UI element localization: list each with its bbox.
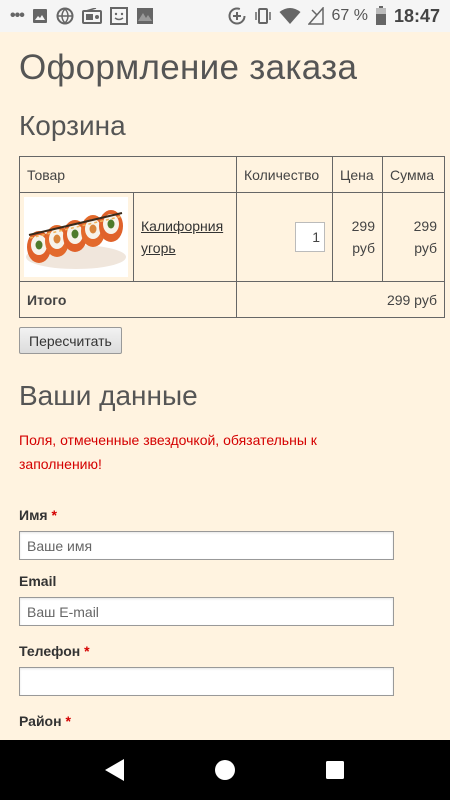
product-image-cell [19, 192, 134, 282]
email-label-text: Email [19, 573, 57, 589]
phone-label-text: Телефон [19, 643, 81, 659]
phone-label: Телефон * [19, 643, 431, 659]
image-icon [32, 8, 48, 24]
required-star: * [84, 643, 90, 659]
status-right-icons: 67 % 18:47 [227, 6, 440, 27]
battery-percent: 67 % [331, 7, 368, 24]
dots-icon: ••• [10, 7, 25, 24]
required-note: Поля, отмеченные звездочкой, обязательны… [19, 432, 317, 472]
quantity-cell [236, 192, 333, 282]
vibrate-icon [254, 7, 272, 25]
clock: 18:47 [393, 5, 440, 26]
cart-table: Товар Количество Цена Сумма Калифорния у… [19, 156, 445, 318]
order-form: Имя * Email Телефон * Район * [19, 507, 431, 729]
name-input[interactable] [19, 531, 394, 560]
home-icon[interactable] [200, 745, 250, 795]
back-icon[interactable] [90, 745, 140, 795]
header-quantity: Количество [236, 156, 333, 193]
recents-icon[interactable] [310, 745, 360, 795]
status-left-icons: ••• [10, 7, 154, 25]
total-value: 299 руб [236, 281, 445, 318]
your-data-title: Ваши данные [19, 380, 198, 411]
header-price: Цена [332, 156, 383, 193]
email-input[interactable] [19, 597, 394, 626]
phone-input[interactable] [19, 667, 394, 696]
navigation-bar [0, 740, 450, 800]
required-star: * [51, 507, 57, 523]
recalculate-button[interactable]: Пересчитать [19, 327, 122, 354]
product-link[interactable]: Калифорния угорь [141, 218, 223, 256]
quantity-input[interactable] [295, 222, 325, 252]
page-content: Оформление заказа Корзина Товар Количест… [0, 32, 450, 740]
signal-icon [308, 7, 325, 25]
district-label-text: Район [19, 713, 62, 729]
face-icon [109, 7, 128, 25]
product-name-cell: Калифорния угорь [133, 192, 237, 282]
total-row: Итого 299 руб [19, 281, 445, 318]
required-star: * [65, 713, 71, 729]
field-name: Имя * [19, 507, 431, 560]
name-label-text: Имя [19, 507, 48, 523]
photo-icon [136, 7, 154, 25]
cart-title: Корзина [19, 110, 126, 141]
sum-cell: 299 руб [382, 192, 445, 282]
page-title: Оформление заказа [19, 48, 358, 87]
field-district: Район * [19, 713, 431, 729]
email-label: Email [19, 573, 431, 589]
header-sum: Сумма [382, 156, 445, 193]
table-row: Калифорния угорь 299 руб 299 руб [19, 192, 445, 282]
cart-header-row: Товар Количество Цена Сумма [19, 156, 445, 193]
header-product: Товар [19, 156, 237, 193]
price-cell: 299 руб [332, 192, 383, 282]
data-saver-icon [227, 6, 247, 26]
status-bar: ••• 67 % 18:47 [0, 0, 450, 32]
radio-icon [81, 8, 102, 24]
battery-icon [375, 6, 387, 26]
field-phone: Телефон * [19, 643, 431, 696]
field-email: Email [19, 573, 431, 626]
wifi-icon [279, 7, 301, 25]
name-label: Имя * [19, 507, 431, 523]
total-label: Итого [19, 281, 237, 318]
district-label: Район * [19, 713, 431, 729]
globe-icon [56, 7, 74, 25]
product-image[interactable] [24, 197, 128, 277]
